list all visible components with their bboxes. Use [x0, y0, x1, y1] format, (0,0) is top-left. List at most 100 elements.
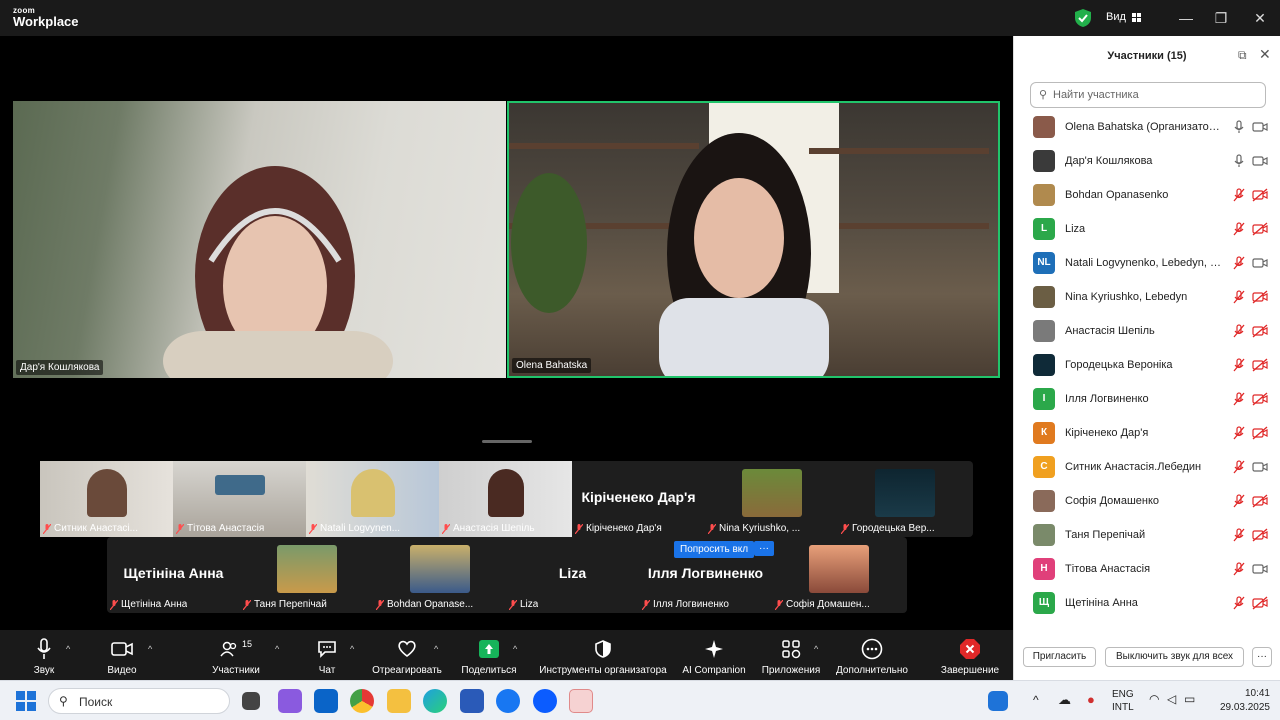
video-options-chevron-icon[interactable]: ^: [148, 644, 152, 654]
camera-off-icon[interactable]: [1252, 290, 1268, 304]
camera-icon[interactable]: [1252, 256, 1268, 270]
security-shield-icon[interactable]: [1075, 9, 1091, 27]
host-tools-button[interactable]: Инструменты организатора: [537, 637, 669, 676]
mic-muted-icon[interactable]: [1232, 222, 1246, 236]
participant-row[interactable]: Анастасія Шепіль: [1014, 314, 1280, 348]
more-button[interactable]: Дополнительно: [834, 637, 910, 676]
tile-more-button[interactable]: ···: [754, 541, 774, 556]
camera-off-icon[interactable]: [1252, 324, 1268, 338]
camera-off-icon[interactable]: [1252, 358, 1268, 372]
zoom-app-icon[interactable]: [533, 689, 557, 713]
apps-button[interactable]: Приложения: [758, 637, 824, 676]
tray-overflow-chevron-icon[interactable]: ^: [1033, 693, 1039, 707]
video-tile-main-1[interactable]: Дар'я Кошлякова: [13, 101, 506, 378]
popout-icon[interactable]: ⧉: [1238, 48, 1247, 63]
panel-more-button[interactable]: ···: [1252, 647, 1272, 667]
participant-row[interactable]: L Liza: [1014, 212, 1280, 246]
volume-icon[interactable]: ◁: [1167, 692, 1176, 706]
mic-muted-icon[interactable]: [1232, 562, 1246, 576]
mic-muted-icon[interactable]: [1232, 392, 1246, 406]
wifi-icon[interactable]: ◠: [1149, 692, 1159, 706]
windows-start-icon[interactable]: [16, 691, 36, 711]
mic-muted-icon[interactable]: [1232, 188, 1246, 202]
gallery-tile[interactable]: Софія Домашен...: [772, 537, 905, 613]
language-indicator[interactable]: ENG INTL: [1112, 688, 1134, 714]
audio-button[interactable]: Звук: [24, 637, 64, 676]
camera-icon[interactable]: [1252, 154, 1268, 168]
apps-options-chevron-icon[interactable]: ^: [814, 644, 818, 654]
mic-muted-icon[interactable]: [1232, 290, 1246, 304]
camera-off-icon[interactable]: [1252, 596, 1268, 610]
camera-off-icon[interactable]: [1252, 188, 1268, 202]
invite-button[interactable]: Пригласить: [1023, 647, 1096, 667]
edge-icon[interactable]: [423, 689, 447, 713]
mic-muted-icon[interactable]: [1232, 324, 1246, 338]
microphone-icon[interactable]: [1232, 120, 1246, 134]
gallery-tile[interactable]: Ситник Анастасі...: [40, 461, 173, 537]
participant-row[interactable]: І Ілля Логвиненко: [1014, 382, 1280, 416]
gallery-tile[interactable]: Таня Перепічай: [240, 537, 373, 613]
gallery-resize-handle[interactable]: [482, 440, 532, 443]
mic-muted-icon[interactable]: [1232, 426, 1246, 440]
mic-tray-icon[interactable]: ●: [1087, 692, 1095, 707]
gallery-tile[interactable]: Тітова Анастасія: [173, 461, 306, 537]
participant-row[interactable]: Дар'я Кошлякова: [1014, 144, 1280, 178]
participant-row[interactable]: Таня Перепічай: [1014, 518, 1280, 552]
mic-muted-icon[interactable]: [1232, 358, 1246, 372]
gallery-tile[interactable]: Bohdan Opanase...: [373, 537, 506, 613]
facebook-icon[interactable]: [496, 689, 520, 713]
system-clock[interactable]: 10:41 29.03.2025: [1208, 687, 1270, 715]
chat-button[interactable]: Чат: [312, 637, 342, 676]
snipping-tool-icon[interactable]: [278, 689, 302, 713]
participant-row[interactable]: Софія Домашенко: [1014, 484, 1280, 518]
camera-off-icon[interactable]: [1252, 528, 1268, 542]
participant-row[interactable]: Bohdan Opanasenko: [1014, 178, 1280, 212]
video-button[interactable]: Видео: [100, 637, 144, 676]
camera-icon[interactable]: [1252, 562, 1268, 576]
participant-row[interactable]: Olena Bahatska (Организатор, я): [1014, 110, 1280, 144]
gallery-tile[interactable]: Щетініна Анна Щетініна Анна: [107, 537, 240, 613]
participant-search-input[interactable]: [1053, 87, 1253, 103]
participant-row[interactable]: Nina Kyriushko, Lebedyn: [1014, 280, 1280, 314]
file-explorer-icon[interactable]: [387, 689, 411, 713]
participant-row[interactable]: К Кіріченеко Дар'я: [1014, 416, 1280, 450]
camera-off-icon[interactable]: [1252, 494, 1268, 508]
gallery-tile[interactable]: Кіріченеко Дар'я Кіріченеко Дар'я: [572, 461, 705, 537]
participant-row[interactable]: Н Тітова Анастасія: [1014, 552, 1280, 586]
participant-row[interactable]: Городецька Вероніка: [1014, 348, 1280, 382]
end-meeting-button[interactable]: Завершение: [938, 637, 1002, 676]
chrome-icon[interactable]: [350, 689, 374, 713]
task-view-icon[interactable]: [242, 692, 260, 710]
share-options-chevron-icon[interactable]: ^: [513, 644, 517, 654]
mic-muted-icon[interactable]: [1232, 256, 1246, 270]
mic-muted-icon[interactable]: [1232, 528, 1246, 542]
participant-row[interactable]: Щ Щетініна Анна: [1014, 586, 1280, 620]
share-screen-button[interactable]: Поделиться: [460, 637, 518, 676]
ai-companion-button[interactable]: AI Companion: [680, 637, 748, 676]
close-panel-icon[interactable]: ✕: [1259, 46, 1271, 63]
mic-muted-icon[interactable]: [1232, 460, 1246, 474]
participant-search-box[interactable]: ⚲: [1030, 82, 1266, 108]
mute-all-button[interactable]: Выключить звук для всех: [1105, 647, 1244, 667]
microphone-icon[interactable]: [1232, 154, 1246, 168]
exit-app-icon[interactable]: [569, 689, 593, 713]
onedrive-icon[interactable]: ☁: [1058, 692, 1071, 708]
react-options-chevron-icon[interactable]: ^: [434, 644, 438, 654]
mic-muted-icon[interactable]: [1232, 596, 1246, 610]
gallery-tile[interactable]: Nina Kyriushko, ...: [705, 461, 838, 537]
widgets-icon[interactable]: [988, 691, 1008, 711]
chat-options-chevron-icon[interactable]: ^: [350, 644, 354, 654]
mic-muted-icon[interactable]: [1232, 494, 1246, 508]
participants-button[interactable]: 15 Участники: [206, 637, 266, 676]
audio-options-chevron-icon[interactable]: ^: [66, 644, 70, 654]
camera-off-icon[interactable]: [1252, 426, 1268, 440]
camera-icon[interactable]: [1252, 460, 1268, 474]
camera-icon[interactable]: [1252, 120, 1268, 134]
react-button[interactable]: Отреагировать: [368, 637, 446, 676]
outlook-icon[interactable]: [314, 689, 338, 713]
camera-off-icon[interactable]: [1252, 222, 1268, 236]
ask-to-unmute-button[interactable]: Попросить вкл: [674, 541, 755, 558]
taskbar-search[interactable]: ⚲ Поиск: [48, 688, 230, 714]
gallery-tile[interactable]: Liza Liza: [506, 537, 639, 613]
minimize-button[interactable]: —: [1176, 8, 1196, 28]
